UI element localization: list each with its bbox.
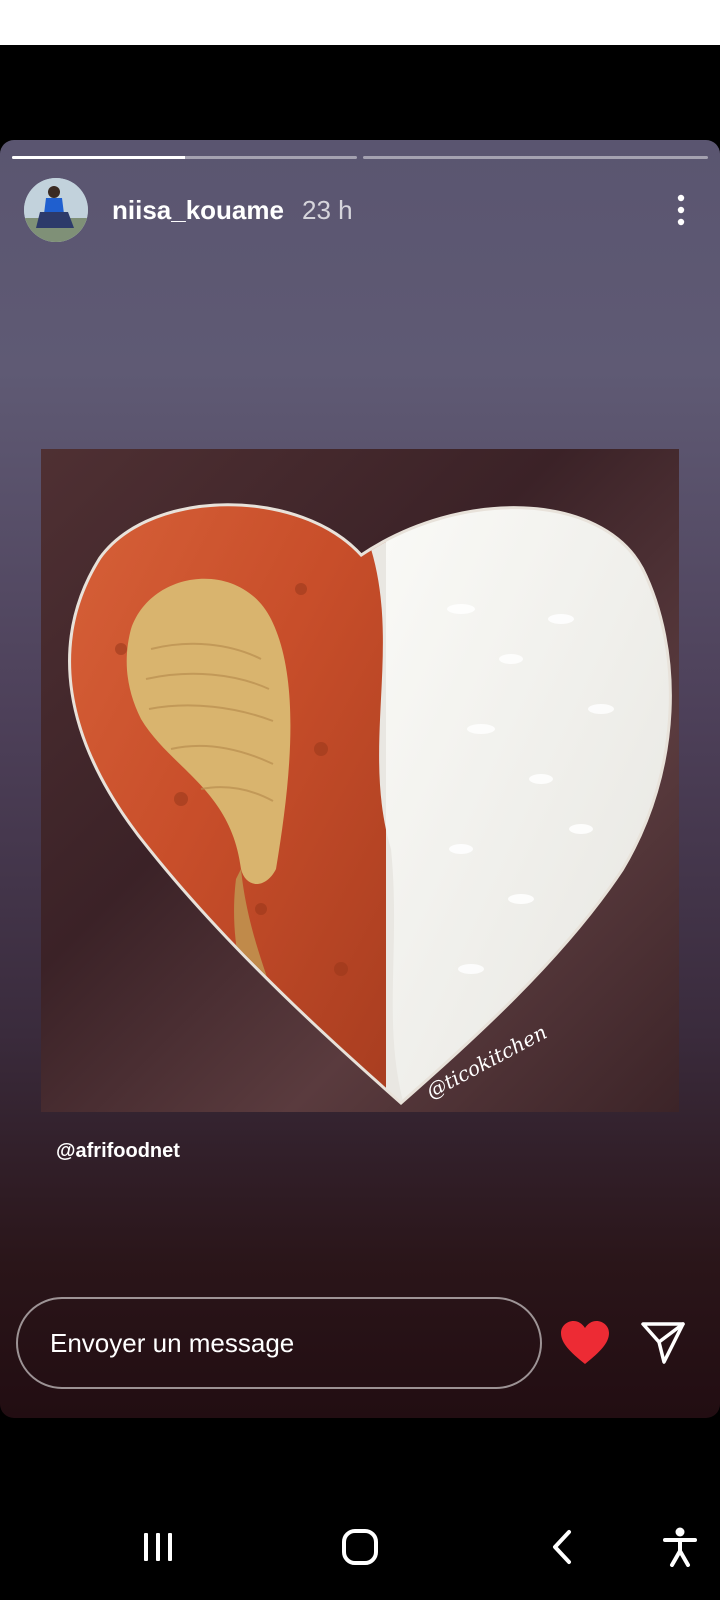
post-time: 23 h [301, 194, 353, 225]
username[interactable]: niisa_kouame [112, 195, 284, 226]
message-input[interactable]: Envoyer un message [16, 1297, 542, 1389]
heart-icon[interactable] [560, 1320, 610, 1366]
progress-segment [12, 156, 357, 159]
progress-segment [363, 156, 708, 159]
progress-fill [12, 156, 185, 159]
story-progress [12, 156, 708, 159]
story-viewer[interactable]: niisa_kouame 23 h @ticokitchen @afrifood… [0, 140, 720, 1418]
mention-sticker[interactable]: @afrifoodnet [56, 1140, 180, 1163]
accessibility-icon[interactable] [650, 1517, 710, 1577]
more-vertical-icon[interactable] [666, 190, 696, 230]
story-photo: @ticokitchen [41, 449, 679, 1112]
home-icon[interactable] [330, 1517, 390, 1577]
system-nav-bar [0, 1505, 720, 1600]
avatar[interactable] [24, 178, 88, 242]
recent-apps-icon[interactable] [128, 1517, 188, 1577]
send-icon[interactable] [640, 1320, 686, 1366]
story-header: niisa_kouame 23 h [24, 178, 696, 242]
status-bar [0, 0, 720, 45]
back-icon[interactable] [532, 1517, 592, 1577]
